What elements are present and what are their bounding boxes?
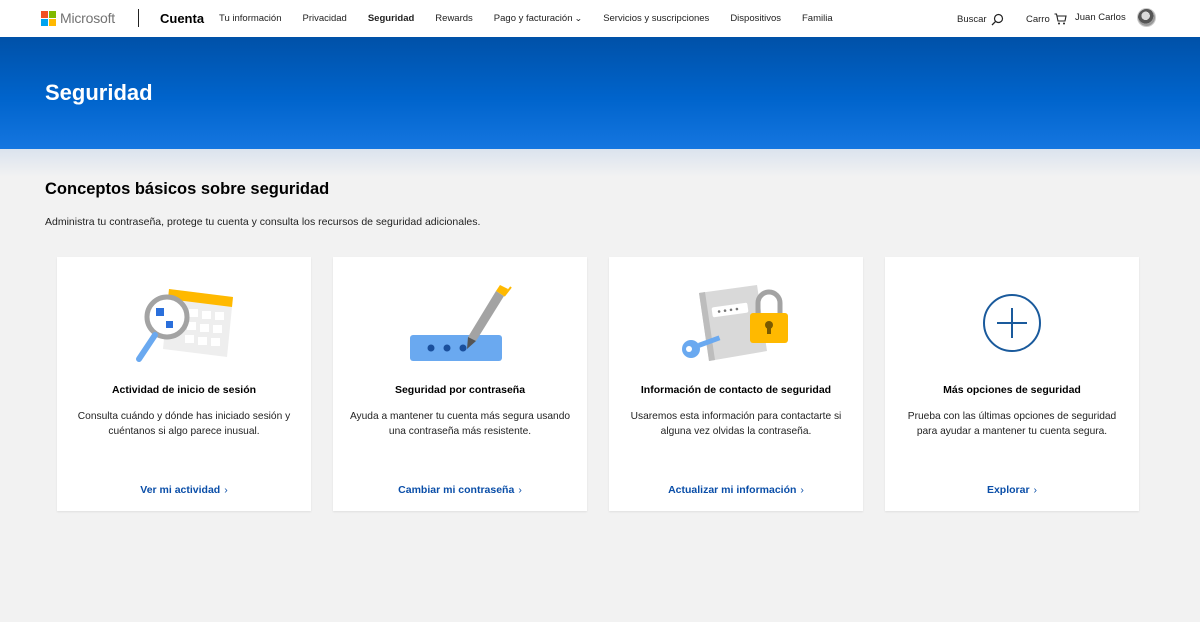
section-title: Conceptos básicos sobre seguridad xyxy=(45,180,330,198)
account-brand-link[interactable]: Cuenta xyxy=(160,11,204,26)
password-pen-icon xyxy=(410,285,512,361)
card-sign-in-activity: Actividad de inicio de sesión Consulta c… xyxy=(57,257,311,511)
chevron-right-icon: › xyxy=(518,484,522,496)
card-description: Ayuda a mantener tu cuenta más segura us… xyxy=(349,411,571,437)
card-security-contact-info: Información de contacto de seguridad Usa… xyxy=(609,257,863,511)
search-label: Buscar xyxy=(957,14,987,25)
cart-button[interactable]: Carro xyxy=(1026,13,1067,25)
link-label: Actualizar mi información xyxy=(668,484,797,496)
nav-item-seguridad[interactable]: Seguridad xyxy=(368,13,414,24)
microsoft-logo-icon xyxy=(41,10,56,26)
chevron-right-icon: › xyxy=(800,484,804,496)
chevron-down-icon: ⌄ xyxy=(574,14,583,23)
card-more-security-options: Más opciones de seguridad Prueba con las… xyxy=(885,257,1139,511)
page-banner: Seguridad xyxy=(0,37,1200,149)
microsoft-logo[interactable]: Microsoft xyxy=(41,10,115,26)
plus-circle-icon xyxy=(983,294,1041,352)
card-description: Prueba con las últimas opciones de segur… xyxy=(907,411,1117,437)
cart-label: Carro xyxy=(1026,13,1050,25)
nav-item-rewards[interactable]: Rewards xyxy=(435,13,473,24)
search-button[interactable]: Buscar xyxy=(957,13,1004,26)
top-navigation-bar: Microsoft Cuenta Tu información Privacid… xyxy=(0,0,1200,37)
card-title: Información de contacto de seguridad xyxy=(640,384,832,396)
calendar-magnifier-icon xyxy=(136,289,233,362)
view-activity-link[interactable]: Ver mi actividad › xyxy=(57,484,311,496)
link-label: Ver mi actividad xyxy=(140,484,221,496)
link-label: Explorar xyxy=(986,484,1030,496)
page-title: Seguridad xyxy=(45,80,153,105)
chevron-right-icon: › xyxy=(224,484,228,496)
notebook-lock-key-icon xyxy=(682,285,788,361)
user-name[interactable]: Juan Carlos xyxy=(1075,12,1126,23)
card-title: Más opciones de seguridad xyxy=(943,384,1081,396)
main-nav: Tu información Privacidad Seguridad Rewa… xyxy=(219,13,854,24)
nav-item-tu-informacion[interactable]: Tu información xyxy=(219,13,281,24)
banner-fade xyxy=(0,149,1200,177)
nav-item-label: Pago y facturación xyxy=(493,13,573,24)
avatar[interactable] xyxy=(1137,8,1156,27)
card-password-security: Seguridad por contraseña Ayuda a mantene… xyxy=(333,257,587,511)
nav-item-dispositivos[interactable]: Dispositivos xyxy=(730,13,781,24)
explore-link[interactable]: Explorar › xyxy=(885,484,1139,496)
card-title: Seguridad por contraseña xyxy=(394,384,526,396)
change-password-link[interactable]: Cambiar mi contraseña › xyxy=(333,484,587,496)
nav-item-pago-facturacion[interactable]: Pago y facturación ⌄ xyxy=(493,13,583,24)
card-title: Actividad de inicio de sesión xyxy=(111,384,257,396)
section-subtitle: Administra tu contraseña, protege tu cue… xyxy=(45,216,481,228)
search-icon xyxy=(991,13,1003,26)
cart-icon xyxy=(1054,13,1067,25)
card-description: Usaremos esta información para contactar… xyxy=(630,411,842,437)
update-info-link[interactable]: Actualizar mi información › xyxy=(609,484,863,496)
microsoft-wordmark: Microsoft xyxy=(60,10,115,26)
nav-item-servicios[interactable]: Servicios y suscripciones xyxy=(603,13,709,24)
nav-item-privacidad[interactable]: Privacidad xyxy=(302,13,346,24)
card-description: Consulta cuándo y dónde has iniciado ses… xyxy=(77,411,291,437)
header-divider xyxy=(138,9,139,27)
chevron-right-icon: › xyxy=(1033,484,1038,496)
link-label: Cambiar mi contraseña xyxy=(398,484,515,496)
nav-item-familia[interactable]: Familia xyxy=(802,13,833,24)
